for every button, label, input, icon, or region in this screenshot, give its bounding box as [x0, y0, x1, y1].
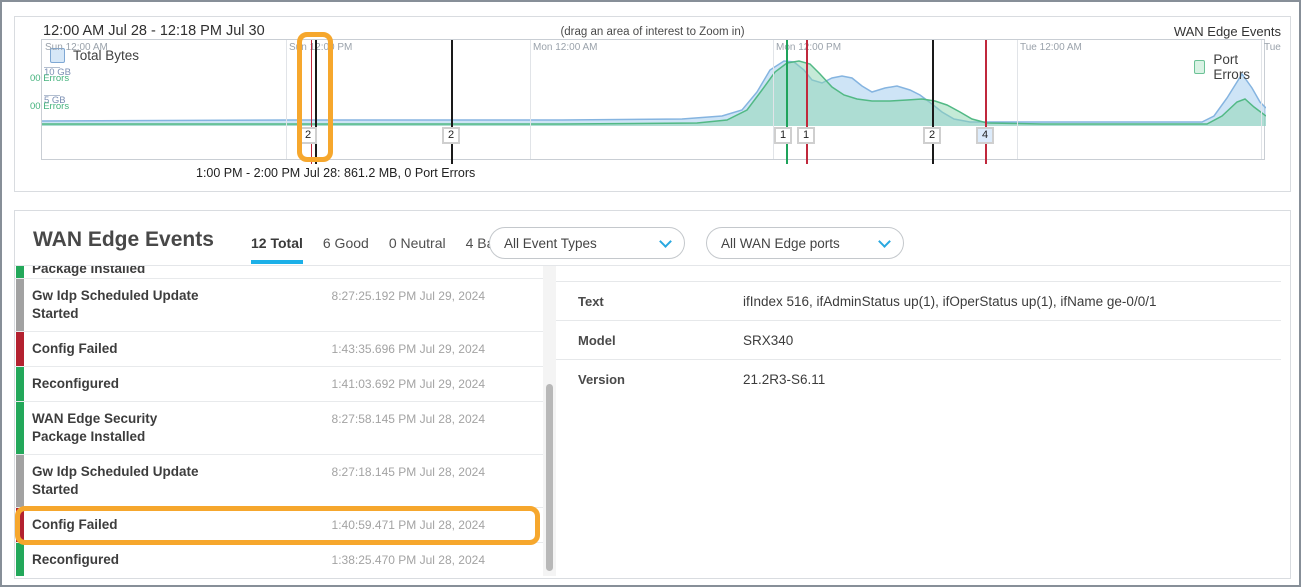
legend-port-errors[interactable]: Port Errors	[1194, 52, 1264, 82]
event-timestamp: 8:27:18.145 PM Jul 28, 2024	[332, 463, 485, 481]
status-bar-bad	[16, 508, 24, 542]
event-title: WAN Edge Security Package Installed	[32, 410, 202, 446]
y-axis-errors-label: 00 Errors	[30, 74, 100, 84]
timeline-area-chart	[42, 40, 1266, 161]
status-bar-neutral	[16, 279, 24, 331]
detail-row: ModelSRX340	[556, 320, 1281, 359]
timeline-card: 12:00 AM Jul 28 - 12:18 PM Jul 30 (drag …	[14, 16, 1291, 192]
event-timestamp: 1:38:25.470 PM Jul 28, 2024	[332, 551, 485, 569]
event-row[interactable]: WAN Edge Security Package Installed	[15, 266, 543, 279]
event-count-marker[interactable]: 2	[442, 127, 460, 144]
timeline-plot[interactable]: Total Bytes Port Errors Sun 12:00 AMSun …	[41, 39, 1265, 160]
time-gridline	[1261, 40, 1262, 159]
status-bar-good	[16, 266, 24, 278]
event-time-line	[932, 40, 934, 164]
chevron-down-icon	[659, 235, 672, 248]
time-axis-label: Tue	[1264, 42, 1281, 53]
page-title: WAN Edge Events	[33, 228, 214, 252]
y-axis-errors-label: 00 Errors	[30, 102, 100, 112]
y-axis-label-group: 10 GB00 Errors	[30, 67, 100, 84]
event-timestamp: 1:41:03.692 PM Jul 29, 2024	[332, 375, 485, 393]
event-row[interactable]: WAN Edge Security Package Installed 8:27:…	[15, 402, 543, 455]
status-bar-good	[16, 543, 24, 576]
timeline-hover-summary: 1:00 PM - 2:00 PM Jul 28: 861.2 MB, 0 Po…	[196, 166, 475, 180]
status-bar-bad	[16, 332, 24, 366]
time-gridline	[1017, 40, 1018, 159]
wan-edge-events-card: WAN Edge Events 12 Total6 Good0 Neutral4…	[14, 210, 1291, 579]
detail-value: 21.2R3-S6.11	[743, 372, 825, 387]
tab-0-neutral[interactable]: 0 Neutral	[389, 235, 446, 264]
port-errors-checkbox-icon[interactable]	[1194, 60, 1205, 74]
event-time-line	[806, 40, 808, 164]
time-axis-label: Sun 12:00 AM	[45, 42, 108, 53]
detail-value: SRX340	[743, 333, 793, 348]
event-time-line	[985, 40, 987, 164]
chevron-down-icon	[878, 235, 891, 248]
event-row[interactable]: Config Failed 1:43:35.696 PM Jul 29, 2024	[15, 332, 543, 367]
event-title: Reconfigured	[32, 375, 119, 393]
scrollbar-thumb[interactable]	[546, 384, 553, 571]
event-title: Config Failed	[32, 340, 118, 358]
event-timestamp: 1:43:35.696 PM Jul 29, 2024	[332, 340, 485, 358]
detail-value: ifIndex 516, ifAdminStatus up(1), ifOper…	[743, 294, 1156, 309]
status-bar-neutral	[16, 455, 24, 507]
time-axis-label: Tue 12:00 AM	[1020, 42, 1082, 53]
tab-6-good[interactable]: 6 Good	[323, 235, 369, 264]
wan-edge-ports-dropdown-value: All WAN Edge ports	[721, 236, 840, 251]
event-time-line	[786, 40, 788, 164]
detail-label: Text	[578, 294, 743, 309]
event-list-scrollbar[interactable]	[543, 266, 556, 576]
page: 12:00 AM Jul 28 - 12:18 PM Jul 30 (drag …	[0, 0, 1301, 587]
tab-12-total[interactable]: 12 Total	[251, 235, 303, 264]
detail-row: TextifIndex 516, ifAdminStatus up(1), if…	[556, 281, 1281, 320]
event-timestamp: 8:27:58.145 PM Jul 28, 2024	[332, 410, 485, 428]
event-row[interactable]: Gw Idp Scheduled Update Started 8:27:25.1…	[15, 279, 543, 332]
event-count-marker[interactable]: 2	[923, 127, 941, 144]
event-count-marker[interactable]: 4	[976, 127, 994, 144]
y-axis-label-group: 5 GB00 Errors	[30, 95, 100, 112]
event-title: Config Failed	[32, 516, 118, 534]
event-count-tabs: 12 Total6 Good0 Neutral4 Bad	[251, 235, 502, 264]
event-detail-table: TextifIndex 516, ifAdminStatus up(1), if…	[556, 281, 1281, 398]
event-detail-panel: TextifIndex 516, ifAdminStatus up(1), if…	[556, 266, 1281, 574]
wan-edge-ports-dropdown[interactable]: All WAN Edge ports	[706, 227, 904, 259]
detail-label: Version	[578, 372, 743, 387]
event-row[interactable]: Gw Idp Scheduled Update Started 8:27:18.1…	[15, 455, 543, 508]
event-title: Gw Idp Scheduled Update Started	[32, 287, 202, 323]
event-types-dropdown[interactable]: All Event Types	[489, 227, 685, 259]
status-bar-good	[16, 402, 24, 454]
event-time-line	[451, 40, 453, 164]
time-axis-label: Mon 12:00 AM	[533, 42, 597, 53]
event-title: Gw Idp Scheduled Update Started	[32, 463, 202, 499]
event-title: WAN Edge Security Package Installed	[32, 266, 202, 278]
status-bar-good	[16, 367, 24, 401]
timeline-card-label: WAN Edge Events	[1174, 24, 1281, 39]
time-gridline	[286, 40, 287, 159]
event-timestamp: 8:27:25.192 PM Jul 29, 2024	[332, 287, 485, 305]
event-count-marker[interactable]: 1	[774, 127, 792, 144]
legend-port-errors-label: Port Errors	[1213, 52, 1264, 82]
event-title: Reconfigured	[32, 551, 119, 569]
event-row[interactable]: Reconfigured 1:41:03.692 PM Jul 29, 2024	[15, 367, 543, 402]
event-row[interactable]: Reconfigured 1:38:25.470 PM Jul 28, 2024	[15, 543, 543, 576]
annotation-highlight-chart	[297, 32, 333, 162]
event-list: WAN Edge Security Package InstalledGw Id…	[15, 266, 543, 576]
event-row[interactable]: Config Failed 1:40:59.471 PM Jul 28, 2024	[15, 508, 543, 543]
detail-row: Version21.2R3-S6.11	[556, 359, 1281, 398]
time-gridline	[530, 40, 531, 159]
event-types-dropdown-value: All Event Types	[504, 236, 597, 251]
drag-zoom-hint: (drag an area of interest to Zoom in)	[15, 26, 1290, 38]
event-timestamp: 1:40:59.471 PM Jul 28, 2024	[332, 516, 485, 534]
event-count-marker[interactable]: 1	[797, 127, 815, 144]
detail-label: Model	[578, 333, 743, 348]
